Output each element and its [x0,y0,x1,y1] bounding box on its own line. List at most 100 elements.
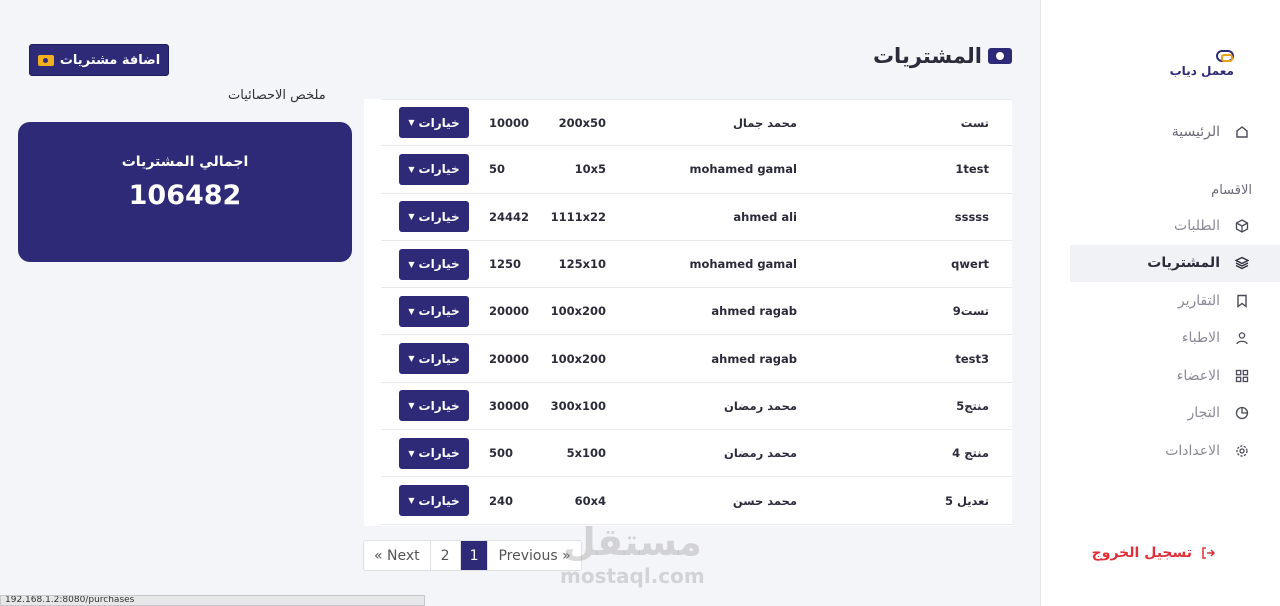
options-button[interactable]: خيارات ▼ [399,343,469,375]
browser-status-url: 192.168.1.2:8080/purchases [0,595,425,606]
quantity-cell: 10x5 [574,162,606,177]
product-cell: تعديل 5 [944,493,989,508]
quantity-cell: 100x200 [550,351,606,366]
options-label: خيارات [418,304,460,319]
quantity-cell: 5x100 [566,446,606,461]
sidebar-item-label: الطلبات [1174,217,1220,234]
options-button[interactable]: خيارات ▼ [399,485,469,517]
name-cell: mohamed gamal [689,257,797,272]
options-button[interactable]: خيارات ▼ [399,201,469,233]
sidebar-item-orders[interactable]: الطلبات [1068,207,1252,245]
product-cell: qwert [951,257,989,272]
layers-icon [1234,255,1250,271]
pagination-next[interactable]: « Next [364,541,431,570]
sidebar-section-label: الاقسام [1211,183,1252,198]
watermark-arabic: مستقل [562,520,702,564]
options-label: خيارات [418,209,460,224]
product-cell: test3 [955,351,989,366]
options-label: خيارات [418,115,460,130]
table-row: خيارات ▼ 20000 100x200 ahmed ragab تست9 [381,288,1012,336]
add-purchase-button[interactable]: اضافة مشتريات [29,44,169,76]
stats-card-title: اجمالي المشتريات [121,154,249,170]
home-icon [1234,124,1250,140]
quantity-cell: 300x100 [550,398,606,413]
amount-cell: 50 [489,162,506,177]
money-icon [988,48,1012,64]
money-icon [37,54,54,66]
sidebar-item-merchants[interactable]: التجار [1068,395,1252,433]
sidebar-item-reports[interactable]: التقارير [1068,282,1252,320]
sidebar: معمل دياب الرئيسية الاقسام الطلبات المشت… [1040,0,1280,606]
options-button[interactable]: خيارات ▼ [399,437,469,469]
options-label: خيارات [418,257,460,272]
amount-cell: 20000 [489,304,530,319]
pagination-page-2[interactable]: 2 [431,541,461,570]
table-row: خيارات ▼ 500 5x100 محمد رمضان منتج 4 [381,430,1012,478]
table-row: خيارات ▼ 240 60x4 محمد حسن تعديل 5 [381,477,1012,525]
options-button[interactable]: خيارات ▼ [399,248,469,280]
amount-cell: 24442 [489,209,530,224]
sidebar-item-label: التقارير [1177,292,1220,309]
caret-down-icon: ▼ [408,212,415,222]
sidebar-item-home[interactable]: الرئيسية [1071,118,1250,146]
options-label: خيارات [418,493,460,508]
quantity-cell: 60x4 [574,493,606,508]
grid-icon [1234,368,1250,384]
pie-chart-icon [1234,405,1250,421]
logout-button[interactable]: تسجيل الخروج [1092,545,1216,561]
options-label: خيارات [418,446,460,461]
amount-cell: 20000 [489,351,530,366]
caret-down-icon: ▼ [408,496,415,506]
amount-cell: 1250 [489,257,522,272]
amount-cell: 30000 [489,398,530,413]
caret-down-icon: ▼ [408,401,415,411]
table-row: خيارات ▼ 50 10x5 mohamed gamal 1test [381,146,1012,194]
pagination-page-1[interactable]: 1 [460,541,489,570]
quantity-cell: 100x200 [550,304,606,319]
caret-down-icon: ▼ [408,354,415,364]
name-cell: محمد حسن [732,493,797,508]
sidebar-item-label: الرئيسية [1171,124,1220,140]
table-row: خيارات ▼ 20000 100x200 ahmed ragab test3 [381,336,1012,383]
sidebar-item-doctors[interactable]: الاطباء [1068,320,1252,358]
caret-down-icon: ▼ [408,448,415,458]
caret-down-icon: ▼ [408,259,415,269]
table-row: خيارات ▼ 1250 125x10 mohamed gamal qwert [381,241,1012,289]
caret-down-icon: ▼ [408,306,415,316]
bookmark-icon [1234,293,1250,309]
sidebar-item-label: الاعضاء [1176,367,1220,384]
options-button[interactable]: خيارات ▼ [399,107,469,139]
options-button[interactable]: خيارات ▼ [399,153,469,185]
add-purchase-label: اضافة مشتريات [59,52,161,68]
watermark-latin: mostaql.com [560,564,705,588]
logo[interactable]: معمل دياب [1170,50,1234,78]
name-cell: mohamed gamal [689,162,797,177]
box-icon [1234,218,1250,234]
watermark: مستقل mostaql.com [560,520,705,588]
product-cell: منتج 4 [952,446,989,461]
product-cell: منتج5 [956,398,989,413]
sidebar-item-label: الاعدادات [1165,442,1220,459]
options-button[interactable]: خيارات ▼ [399,390,469,422]
logout-icon [1200,545,1216,561]
name-cell: ahmed ragab [711,351,797,366]
amount-cell: 10000 [489,115,530,130]
quantity-cell: 1111x22 [550,209,606,224]
sidebar-item-settings[interactable]: الاعدادات [1068,432,1252,470]
options-label: خيارات [418,351,460,366]
name-cell: ahmed ragab [711,304,797,319]
product-cell: تست9 [952,304,989,319]
sidebar-item-members[interactable]: الاعضاء [1068,357,1252,395]
name-cell: محمد رمضان [724,398,797,413]
options-label: خيارات [418,162,460,177]
sidebar-item-purchases[interactable]: المشتريات [1070,244,1280,282]
options-button[interactable]: خيارات ▼ [399,295,469,327]
logo-text: معمل دياب [1169,64,1234,78]
sidebar-item-label: الاطباء [1181,330,1220,347]
name-cell: محمد جمال [732,115,797,130]
table-row: خيارات ▼ 10000 200x50 محمد جمال تست [381,99,1012,147]
product-cell: 1test [955,162,989,177]
sidebar-item-label: التجار [1187,405,1220,422]
product-cell: تست [960,115,989,130]
name-cell: محمد رمضان [724,446,797,461]
